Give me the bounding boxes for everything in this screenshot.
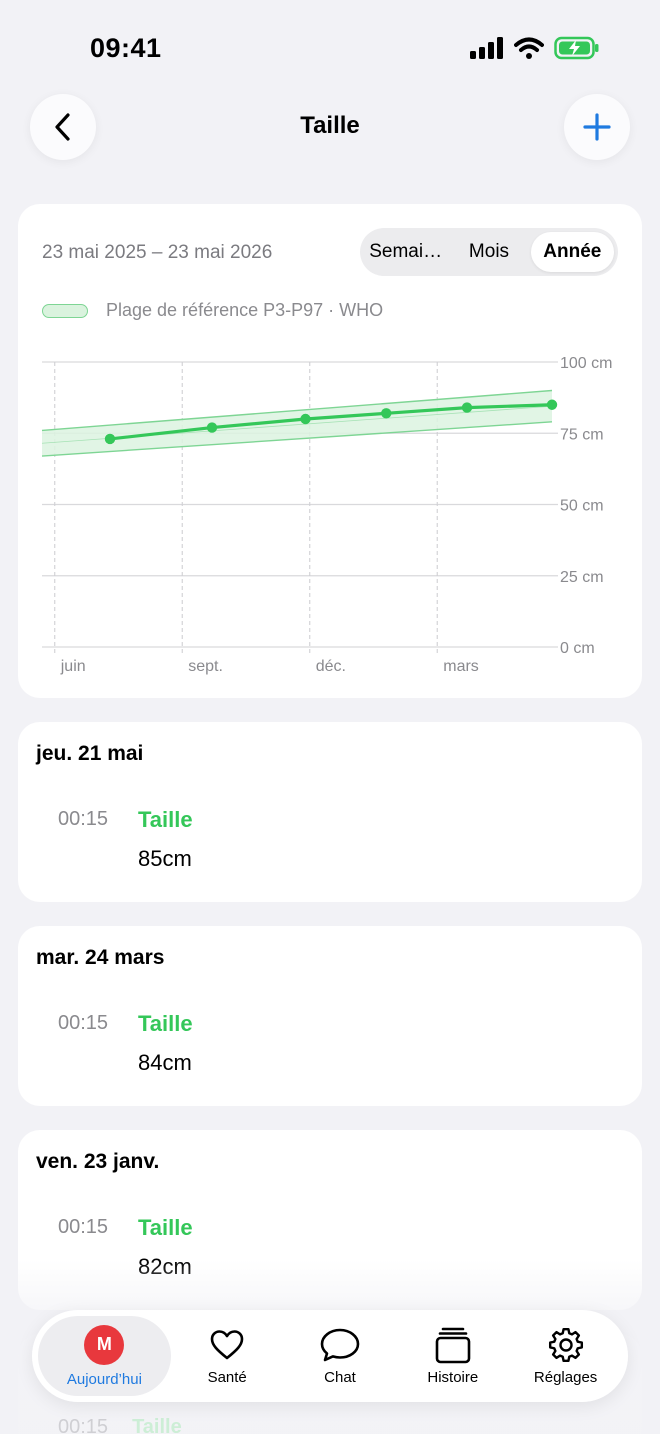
entry-type: Taille — [138, 1011, 193, 1036]
status-time: 09:41 — [90, 33, 162, 63]
tab-today[interactable]: M Aujourd’hui — [38, 1316, 171, 1396]
battery-charging-icon — [554, 36, 599, 60]
page-title: Taille — [300, 112, 360, 139]
tab-bar: M Aujourd’hui Santé Chat Histoire Réglag… — [32, 1310, 628, 1402]
entry-date: jeu. 21 mai — [36, 742, 144, 765]
reference-band — [42, 390, 552, 457]
date-range: 23 mai 2025 – 23 mai 2026 — [42, 242, 273, 263]
data-point — [546, 399, 558, 410]
x-tick-label: sept. — [188, 658, 223, 675]
entry-time: 00:15 — [58, 1216, 109, 1238]
data-point — [300, 413, 311, 425]
entry-time: 00:15 — [58, 1012, 109, 1034]
avatar: M — [84, 1324, 125, 1365]
tab-label: Chat — [324, 1368, 356, 1386]
reference-band-swatch — [42, 303, 88, 318]
legend-label: Plage de référence P3-P97 · WHO — [106, 300, 384, 320]
entry-date: ven. 23 janv. — [36, 1150, 160, 1173]
height-chart: 100 cm 75 cm 50 cm 25 cm 0 cm juin sept. déc. ma… — [41, 355, 612, 675]
period-segmented-control: Semai… Mois Année — [360, 228, 618, 276]
chat-bubble-icon — [320, 1328, 360, 1361]
tab-settings[interactable]: Réglages — [509, 1316, 622, 1396]
status-bar: 09:41 — [0, 0, 660, 90]
entry-value: 84cm — [138, 1050, 192, 1075]
data-point — [206, 422, 218, 433]
segment-week[interactable]: Semai… — [364, 232, 447, 272]
x-tick-label: mars — [443, 658, 479, 675]
cellular-signal-icon — [470, 37, 503, 59]
data-point — [461, 402, 473, 413]
add-button[interactable] — [564, 94, 630, 160]
tab-label: Histoire — [427, 1368, 479, 1386]
entry-time: 00:15 — [58, 1416, 109, 1434]
data-point — [381, 408, 392, 419]
chart-card: 23 mai 2025 – 23 mai 2026 Semai… Mois An… — [18, 204, 642, 698]
x-tick-label: juin — [60, 658, 86, 675]
segment-month[interactable]: Mois — [447, 232, 530, 272]
tab-history[interactable]: Histoire — [396, 1316, 509, 1396]
gear-hub — [558, 1337, 573, 1352]
gear-icon — [548, 1327, 583, 1362]
entry-value: 85cm — [138, 846, 192, 871]
segment-year[interactable]: Année — [530, 232, 614, 272]
tab-health[interactable]: Santé — [171, 1316, 284, 1396]
tab-chat[interactable]: Chat — [284, 1316, 397, 1396]
y-tick-label: 100 cm — [560, 355, 612, 372]
y-tick-label: 75 cm — [560, 426, 604, 443]
plus-icon — [583, 113, 611, 141]
partially-hidden-entry: 00:15 Taille — [58, 1416, 182, 1434]
entry-card[interactable]: jeu. 21 mai 00:15 Taille 85cm — [18, 722, 642, 902]
y-tick-label: 25 cm — [560, 569, 604, 586]
status-icons — [470, 36, 600, 60]
entry-time: 00:15 — [58, 808, 109, 830]
y-tick-label: 0 cm — [560, 640, 595, 657]
y-tick-label: 50 cm — [560, 498, 604, 515]
chart-legend: Plage de référence P3-P97 · WHO — [42, 300, 383, 321]
tab-label: Santé — [207, 1368, 247, 1386]
data-point — [104, 433, 116, 445]
tab-label: Aujourd’hui — [66, 1370, 142, 1388]
stack-icon — [435, 1327, 471, 1363]
gear-outline — [548, 1327, 583, 1362]
entry-type: Taille — [132, 1416, 182, 1434]
entry-type: Taille — [138, 1215, 193, 1240]
entry-type: Taille — [138, 807, 193, 832]
x-tick-label: déc. — [316, 658, 346, 675]
entry-card[interactable]: mar. 24 mars 00:15 Taille 84cm — [18, 926, 642, 1106]
entry-date: mar. 24 mars — [36, 946, 165, 969]
tab-label: Réglages — [533, 1368, 598, 1386]
wifi-icon — [514, 37, 544, 59]
heart-icon — [210, 1329, 244, 1359]
